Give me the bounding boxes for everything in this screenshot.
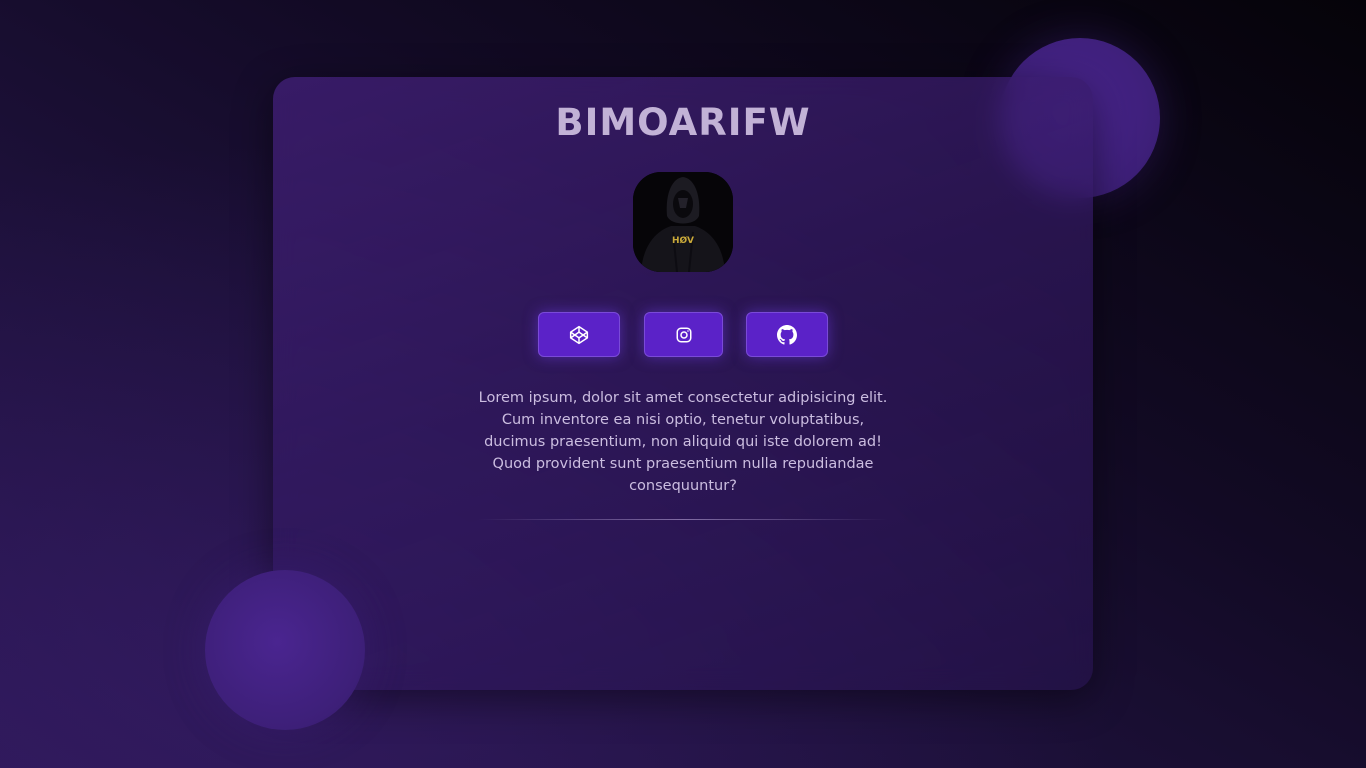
instagram-button[interactable] bbox=[644, 312, 723, 357]
github-button[interactable] bbox=[746, 312, 828, 357]
divider bbox=[478, 519, 888, 520]
instagram-icon bbox=[675, 326, 693, 344]
profile-name: BIMOARIFW bbox=[555, 101, 811, 144]
hooded-figure-image: HØV bbox=[633, 172, 733, 272]
decorative-circle-bottom bbox=[205, 570, 365, 730]
avatar: HØV bbox=[633, 172, 733, 272]
profile-description: Lorem ipsum, dolor sit amet consectetur … bbox=[478, 390, 888, 494]
profile-card: BIMOARIFW HØV Lorem ipsum, dolor sit ame… bbox=[273, 77, 1093, 690]
github-icon bbox=[777, 324, 797, 345]
avatar-shirt-text: HØV bbox=[672, 235, 694, 246]
codepen-icon bbox=[569, 325, 589, 345]
social-links bbox=[538, 312, 828, 357]
codepen-button[interactable] bbox=[538, 312, 620, 357]
